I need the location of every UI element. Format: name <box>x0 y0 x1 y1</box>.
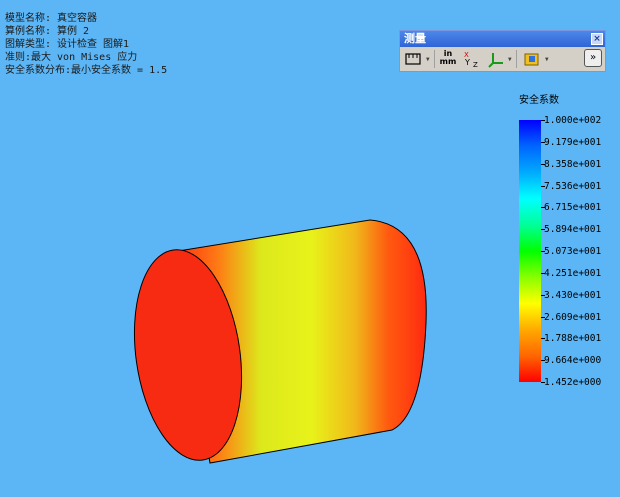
legend-title: 安全系数 <box>519 95 559 106</box>
toolbar-titlebar[interactable]: 测量 × <box>400 31 605 47</box>
legend-color-bar <box>519 120 541 382</box>
svg-text:Z: Z <box>473 61 478 68</box>
toolbar-separator <box>516 50 517 68</box>
legend-label: 2.609e+001 <box>544 311 602 323</box>
measure-icon <box>405 53 421 65</box>
legend-label: 1.000e+002 <box>544 115 602 126</box>
toolbar-title: 测量 <box>404 32 426 45</box>
measure-toolbar[interactable]: 测量 × ▼ in mm X Y Z ▼ ▼ » <box>399 30 606 72</box>
chevron-down-icon[interactable]: ▼ <box>426 56 430 63</box>
folder-icon <box>524 53 539 66</box>
legend-label: 9.179e+001 <box>544 136 602 148</box>
close-button[interactable]: × <box>591 33 603 45</box>
legend-label: 1.452e+000 <box>544 377 602 388</box>
plot-info: 模型名称: 真空容器 算例名称: 算例 2 图解类型: 设计检查 图解1 准则:… <box>5 12 167 77</box>
legend-label: 1.788e+001 <box>544 333 602 345</box>
folder-button[interactable] <box>522 50 542 68</box>
legend-label: 8.358e+001 <box>544 158 602 170</box>
legend-label: 6.715e+001 <box>544 202 602 214</box>
legend-label: 5.894e+001 <box>544 224 602 236</box>
legend-label: 7.536e+001 <box>544 180 602 192</box>
xyz-icon: X Y Z <box>464 51 478 69</box>
chevron-down-icon[interactable]: ▼ <box>545 56 549 63</box>
measure-button[interactable] <box>404 50 424 68</box>
svg-text:Y: Y <box>464 58 470 67</box>
vessel-model <box>133 219 427 464</box>
plot-type-text: 图解类型: 设计检查 图解1 <box>5 39 130 50</box>
coordinate-button[interactable] <box>486 50 506 68</box>
model-name-text: 模型名称: 真空容器 <box>5 13 98 24</box>
chevron-down-icon[interactable]: ▼ <box>508 56 512 63</box>
legend-label: 4.251e+001 <box>544 267 602 279</box>
legend-label: 9.664e+000 <box>544 355 602 367</box>
legend-label: 3.430e+001 <box>544 289 602 301</box>
legend-label: 5.073e+001 <box>544 246 602 257</box>
toolbar-separator <box>434 50 435 68</box>
more-button[interactable]: » <box>584 49 602 67</box>
units-button[interactable]: in mm <box>438 50 458 68</box>
xyz-button[interactable]: X Y Z <box>462 50 482 69</box>
units-mm-label: mm <box>439 57 457 66</box>
study-name-text: 算例名称: 算例 2 <box>5 26 90 37</box>
criterion-text: 准则:最大 von Mises 应力 <box>5 52 138 63</box>
coordinate-icon <box>488 53 503 68</box>
fos-distribution-text: 安全系数分布:最小安全系数 = 1.5 <box>5 65 168 76</box>
